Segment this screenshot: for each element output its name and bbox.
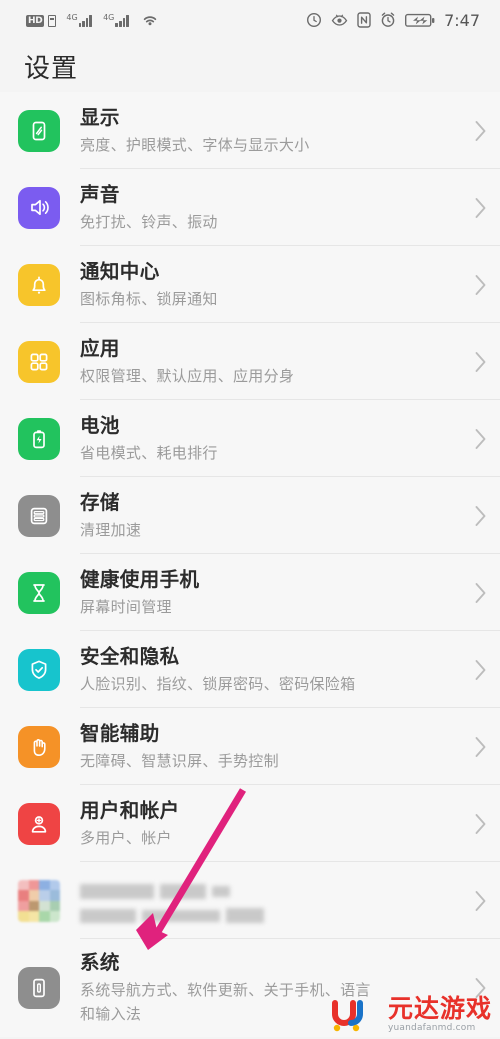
row-title: 应用 [80,336,120,360]
chevron-right-icon[interactable] [460,813,500,835]
storage-icon [18,494,60,537]
status-bar: HD 4G 4G 7:47 [0,0,500,40]
settings-list[interactable]: 显示 亮度、护眼模式、字体与显示大小 声音 免打扰、铃声、振动 通知中心 图标角… [0,92,500,1037]
row-title: 健康使用手机 [80,567,200,591]
chevron-right-icon[interactable] [460,736,500,758]
row-title: 存储 [80,490,120,514]
wifi-icon [141,13,159,27]
settings-row-notification-center[interactable]: 通知中心 图标角标、锁屏通知 [0,246,500,323]
chevron-right-icon[interactable] [460,659,500,681]
row-subtitle: 人脸识别、指纹、锁屏密码、密码保险箱 [80,674,356,693]
settings-row-apps[interactable]: 应用 权限管理、默认应用、应用分身 [0,323,500,400]
row-subtitle: 图标角标、锁屏通知 [80,289,218,308]
settings-row-text: 电池 省电模式、耗电排行 [80,402,460,476]
row-title: 通知中心 [80,259,160,283]
sim-card-icon [48,15,57,27]
system-phone-icon [18,967,60,1009]
settings-row-text: 健康使用手机 屏幕时间管理 [80,556,460,630]
data-saver-icon [306,12,322,28]
signal-2-icon: 4G [103,14,129,27]
row-title: 用户和帐户 [80,798,180,822]
shield-check-icon [18,648,60,691]
settings-row-text: 应用 权限管理、默认应用、应用分身 [80,325,460,399]
hd-call-icon: HD [26,15,45,27]
settings-row-users-accounts[interactable]: 用户和帐户 多用户、帐户 [0,785,500,862]
settings-row-battery[interactable]: 电池 省电模式、耗电排行 [0,400,500,477]
hand-icon [18,725,60,768]
row-title: 显示 [80,105,120,129]
chevron-right-icon[interactable] [460,890,500,912]
display-icon [18,109,60,152]
settings-row-text [80,867,460,934]
alarm-icon [380,12,396,28]
chevron-right-icon[interactable] [460,428,500,450]
signal-1-icon: 4G [66,13,93,27]
network-type-2-label: 4G [103,13,115,22]
settings-row-digital-balance[interactable]: 健康使用手机 屏幕时间管理 [0,554,500,631]
row-title: 电池 [80,413,120,437]
settings-row-smart-assistance[interactable]: 智能辅助 无障碍、智慧识屏、手势控制 [0,708,500,785]
settings-row-storage[interactable]: 存储 清理加速 [0,477,500,554]
row-subtitle: 免打扰、铃声、振动 [80,212,218,231]
nfc-icon [357,12,371,28]
status-bar-left: HD 4G 4G [26,13,159,27]
row-title: 安全和隐私 [80,644,180,668]
network-type-1-label: 4G [66,13,78,22]
row-subtitle: 无障碍、智慧识屏、手势控制 [80,751,279,770]
settings-row-text: 声音 免打扰、铃声、振动 [80,171,460,245]
battery-icon [18,417,60,460]
chevron-right-icon[interactable] [460,197,500,219]
apps-grid-icon [18,340,60,383]
row-subtitle: 省电模式、耗电排行 [80,443,218,462]
settings-row-redacted[interactable] [0,862,500,939]
settings-row-text: 通知中心 图标角标、锁屏通知 [80,248,460,322]
settings-screen: HD 4G 4G 7:47 设置 显示 亮度、护眼模式、字体与显示大小 声音 免… [0,0,500,1039]
settings-row-text: 用户和帐户 多用户、帐户 [80,787,460,861]
settings-row-sound[interactable]: 声音 免打扰、铃声、振动 [0,169,500,246]
eye-comfort-icon [331,13,348,27]
row-subtitle: 亮度、护眼模式、字体与显示大小 [80,135,310,154]
settings-row-text: 显示 亮度、护眼模式、字体与显示大小 [80,94,460,168]
battery-charging-icon [405,13,435,28]
row-title: 智能辅助 [80,721,160,745]
row-subtitle: 屏幕时间管理 [80,597,172,616]
hourglass-icon [18,571,60,614]
watermark: 元达游戏 yuandafanmd.com [330,996,492,1033]
page-title: 设置 [24,53,79,84]
user-add-icon [18,802,60,845]
redacted-subtitle [80,908,460,923]
chevron-right-icon[interactable] [460,274,500,296]
watermark-url: yuandafanmd.com [387,1023,476,1033]
speaker-icon [18,186,60,229]
watermark-brand: 元达游戏 [387,994,492,1023]
chevron-right-icon[interactable] [460,351,500,373]
row-subtitle: 多用户、帐户 [80,828,172,847]
settings-row-security-privacy[interactable]: 安全和隐私 人脸识别、指纹、锁屏密码、密码保险箱 [0,631,500,708]
settings-row-text: 存储 清理加速 [80,479,460,553]
row-title: 系统 [80,951,120,974]
status-bar-right: 7:47 [306,0,480,40]
chevron-right-icon[interactable] [460,505,500,527]
redacted-title [80,884,460,899]
settings-row-display[interactable]: 显示 亮度、护眼模式、字体与显示大小 [0,92,500,169]
row-subtitle: 权限管理、默认应用、应用分身 [80,366,295,385]
settings-row-text: 智能辅助 无障碍、智慧识屏、手势控制 [80,710,460,784]
multicolor-mosaic-icon [18,879,60,922]
row-subtitle: 清理加速 [80,520,142,539]
bell-icon [18,263,60,306]
chevron-right-icon[interactable] [460,582,500,604]
watermark-logo-icon [330,997,382,1033]
settings-row-text: 安全和隐私 人脸识别、指纹、锁屏密码、密码保险箱 [80,633,460,707]
chevron-right-icon[interactable] [460,120,500,142]
status-bar-clock: 7:47 [444,10,480,30]
app-header: 设置 [0,40,500,92]
row-title: 声音 [80,182,120,206]
watermark-text: 元达游戏 yuandafanmd.com [387,994,492,1034]
